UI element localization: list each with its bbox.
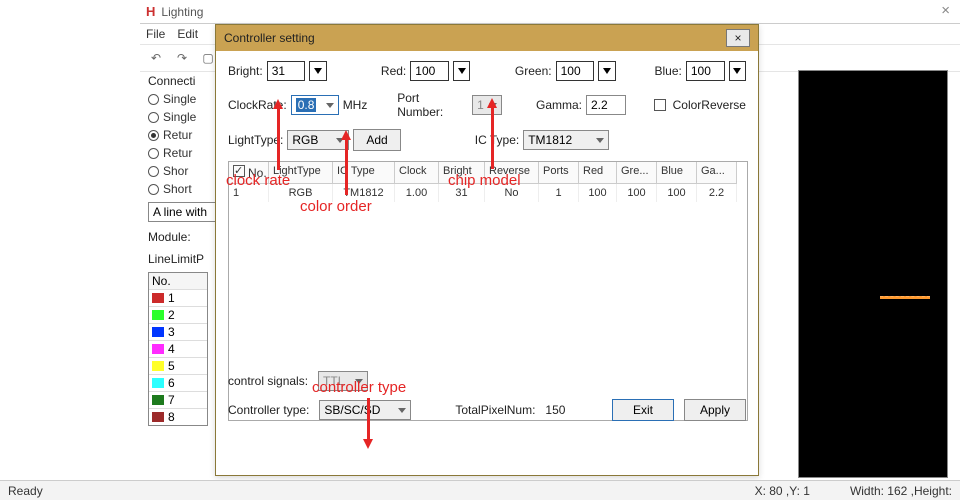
clockrate-select[interactable]: 0.8 <box>291 95 339 115</box>
controller-setting-dialog: Controller setting × Bright: 31 Red: 100… <box>215 24 759 476</box>
control-signals-select: TTL <box>318 371 368 391</box>
total-pixel-num-value: 150 <box>545 403 565 417</box>
radio-label: Shor <box>163 164 188 178</box>
swatch-list: No. 1 2 3 4 5 6 7 8 <box>148 272 208 426</box>
radio-icon[interactable] <box>148 130 159 141</box>
swatch-number: 6 <box>168 376 175 390</box>
port-number-select[interactable]: 1 <box>472 95 502 115</box>
color-reverse-checkbox[interactable] <box>654 99 666 111</box>
swatch-row[interactable]: 1 <box>149 290 207 307</box>
status-xy: X: 80 ,Y: 1 <box>755 484 810 498</box>
app-title: Lighting <box>161 5 954 19</box>
red-dropdown-icon[interactable] <box>453 61 470 81</box>
bright-label: Bright: <box>228 64 263 78</box>
table-row[interactable]: 1RGBTM18121.0031No11001001002.2 <box>229 184 747 202</box>
radio-icon[interactable] <box>148 112 159 123</box>
blue-label: Blue: <box>654 64 681 78</box>
blue-field[interactable]: 100 <box>686 61 725 81</box>
radio-icon[interactable] <box>148 148 159 159</box>
bright-dropdown-icon[interactable] <box>309 61 326 81</box>
swatch-number: 4 <box>168 342 175 356</box>
radio-label: Retur <box>163 128 192 142</box>
mhz-label: MHz <box>343 98 368 112</box>
swatch-row[interactable]: 7 <box>149 392 207 409</box>
swatch-row[interactable]: 4 <box>149 341 207 358</box>
swatch-row[interactable]: 8 <box>149 409 207 425</box>
total-pixel-num-label: TotalPixelNum: <box>455 403 535 417</box>
swatch-color <box>152 310 164 320</box>
swatch-color <box>152 378 164 388</box>
preview-strip <box>880 296 930 299</box>
swatch-row[interactable]: 6 <box>149 375 207 392</box>
status-ready: Ready <box>8 484 43 498</box>
app-icon: H <box>146 4 155 19</box>
green-field[interactable]: 100 <box>556 61 595 81</box>
swatch-color <box>152 395 164 405</box>
swatch-number: 7 <box>168 393 175 407</box>
swatch-number: 8 <box>168 410 175 424</box>
ic-type-label: IC Type: <box>475 133 519 147</box>
swatch-color <box>152 293 164 303</box>
dialog-titlebar: Controller setting × <box>216 25 758 51</box>
swatch-color <box>152 344 164 354</box>
radio-label: Short <box>163 182 192 196</box>
dialog-close-button[interactable]: × <box>726 29 750 47</box>
swatch-header: No. <box>152 274 171 288</box>
light-type-label: LightType: <box>228 133 283 147</box>
ic-type-select[interactable]: TM1812 <box>523 130 609 150</box>
swatch-color <box>152 327 164 337</box>
dialog-title: Controller setting <box>224 31 726 45</box>
swatch-color <box>152 412 164 422</box>
swatch-row[interactable]: 5 <box>149 358 207 375</box>
radio-icon[interactable] <box>148 94 159 105</box>
add-button[interactable]: Add <box>353 129 400 151</box>
swatch-number: 3 <box>168 325 175 339</box>
redo-icon[interactable]: ↷ <box>172 51 192 65</box>
color-reverse-label: ColorReverse <box>673 98 746 112</box>
menu-edit[interactable]: Edit <box>177 27 198 41</box>
swatch-number: 5 <box>168 359 175 373</box>
gamma-field[interactable]: 2.2 <box>586 95 626 115</box>
gamma-label: Gamma: <box>536 98 582 112</box>
controller-type-select[interactable]: SB/SC/SD <box>319 400 411 420</box>
preview-area <box>798 70 948 478</box>
swatch-color <box>152 361 164 371</box>
blue-dropdown-icon[interactable] <box>729 61 746 81</box>
control-signals-label: control signals: <box>228 374 308 388</box>
undo-icon[interactable]: ↶ <box>146 51 166 65</box>
main-titlebar: H Lighting <box>140 0 960 24</box>
green-dropdown-icon[interactable] <box>598 61 615 81</box>
radio-label: Retur <box>163 146 192 160</box>
swatch-number: 1 <box>168 291 175 305</box>
clockrate-label: ClockRate: <box>228 98 287 112</box>
header-checkbox[interactable] <box>233 165 245 177</box>
menu-file[interactable]: File <box>146 27 165 41</box>
swatch-row[interactable]: 2 <box>149 307 207 324</box>
swatch-number: 2 <box>168 308 175 322</box>
table-header: No. LightType IC Type Clock Bright Rever… <box>229 162 747 184</box>
green-label: Green: <box>515 64 552 78</box>
statusbar: Ready X: 80 ,Y: 1 Width: 162 ,Height: <box>0 480 960 500</box>
status-wh: Width: 162 ,Height: <box>850 484 952 498</box>
red-label: Red: <box>381 64 406 78</box>
main-close-icon[interactable]: × <box>941 2 950 19</box>
red-field[interactable]: 100 <box>410 61 449 81</box>
radio-icon[interactable] <box>148 184 159 195</box>
apply-button[interactable]: Apply <box>684 399 746 421</box>
radio-label: Single <box>163 92 196 106</box>
radio-label: Single <box>163 110 196 124</box>
bright-field[interactable]: 31 <box>267 61 306 81</box>
port-number-label: Port Number: <box>397 91 468 119</box>
exit-button[interactable]: Exit <box>612 399 674 421</box>
controller-type-label: Controller type: <box>228 403 309 417</box>
light-type-select[interactable]: RGB <box>287 130 349 150</box>
swatch-row[interactable]: 3 <box>149 324 207 341</box>
radio-icon[interactable] <box>148 166 159 177</box>
